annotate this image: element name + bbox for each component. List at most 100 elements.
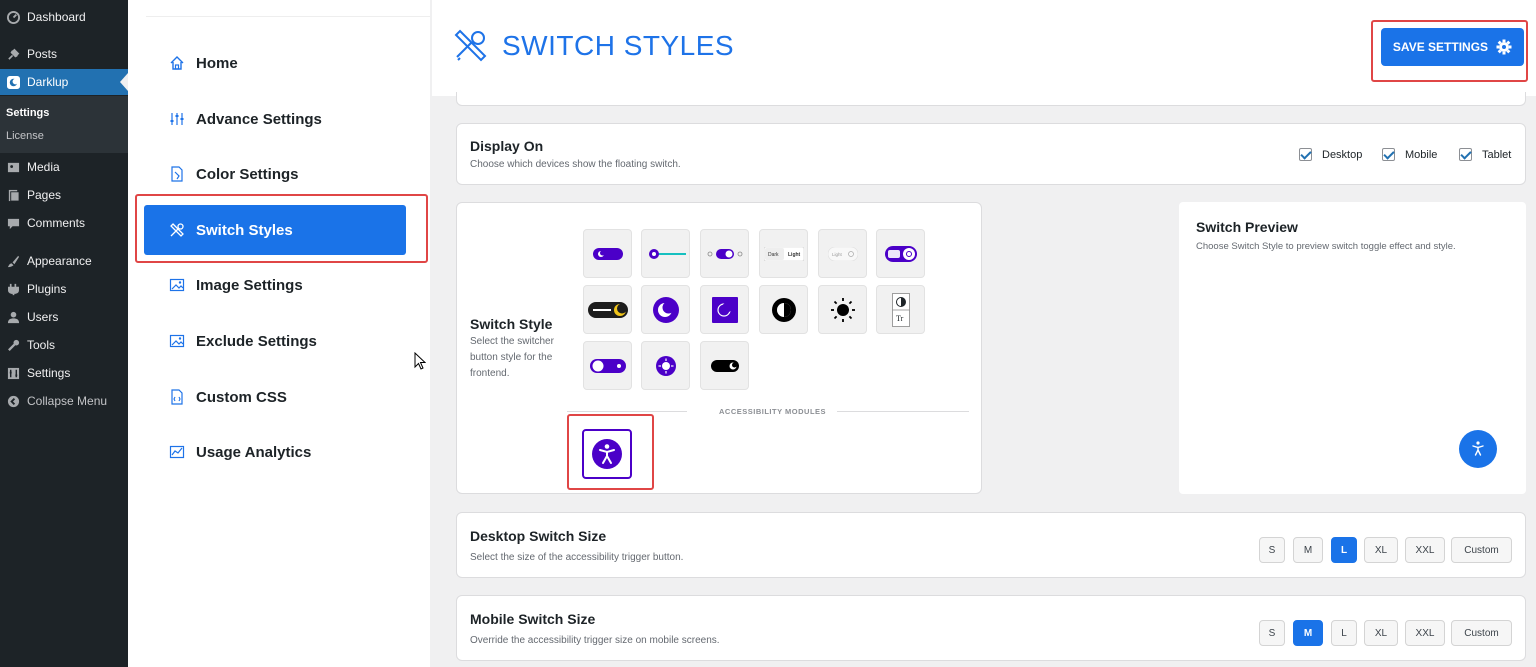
wp-menu-plugins[interactable]: Plugins [0,276,128,302]
desktop-size-xl[interactable]: XL [1364,537,1398,563]
switch-style-option-12[interactable]: Tr [876,285,925,334]
tile-tr-text: Tr [896,314,904,323]
wp-menu-tools[interactable]: Tools [0,332,128,358]
light-sun-toggle-icon [884,245,917,262]
switch-style-option-13[interactable] [583,341,632,390]
light-pill-toggle-icon: Light [827,246,858,261]
save-settings-button[interactable]: SAVE SETTINGS [1381,28,1524,66]
tablet-checkbox[interactable]: Tablet [1459,148,1511,161]
plugin-nav-switch-styles[interactable]: Switch Styles [144,205,406,255]
accessibility-icon [592,439,622,469]
wp-menu-comments[interactable]: Comments [0,210,128,236]
display-on-card: Display On Choose which devices show the… [456,123,1526,185]
plugin-nav-home[interactable]: Home [144,38,406,88]
plugin-nav-label: Home [196,54,238,72]
media-icon [6,160,20,174]
switch-style-option-7[interactable] [583,285,632,334]
wp-menu-posts[interactable]: Posts [0,41,128,67]
switch-style-option-8[interactable] [641,285,690,334]
switch-style-option-14[interactable] [641,341,690,390]
wp-menu-label: Collapse Menu [27,394,108,408]
mobile-size-custom[interactable]: Custom [1451,620,1512,646]
wp-menu-darklup[interactable]: Darklup [0,69,128,95]
plugin-nav-label: Color Settings [196,165,299,183]
outline-toggle-icon [589,358,626,373]
collapse-icon [6,394,20,408]
switch-style-desc-2: button style for the [470,352,553,363]
page-header: SWITCH STYLES SAVE SETTINGS [432,0,1536,96]
mobile-checkbox[interactable]: Mobile [1382,148,1437,161]
switch-preview-desc: Choose Switch Style to preview switch to… [1196,241,1456,252]
switch-style-option-9[interactable] [700,285,749,334]
desktop-size-l[interactable]: L [1331,537,1357,563]
dark-light-toggle-icon: Dark Light [763,246,804,261]
analytics-icon [168,443,186,461]
gear-circle-icon [655,355,676,376]
moon-circle-icon [652,296,679,323]
wp-menu-pages[interactable]: Pages [0,182,128,208]
desktop-size-xxl[interactable]: XXL [1405,537,1445,563]
plugin-nav-color-settings[interactable]: Color Settings [144,149,406,199]
mobile-size-title: Mobile Switch Size [470,611,596,627]
desktop-size-custom[interactable]: Custom [1451,537,1512,563]
palette-icon [168,165,186,183]
tile-dark-text: Dark [768,252,779,258]
mobile-size-m[interactable]: M [1293,620,1323,646]
plugin-nav-image-settings[interactable]: Image Settings [144,260,406,310]
switch-style-option-15[interactable] [700,341,749,390]
accessibility-preview-button[interactable] [1459,430,1497,468]
wp-menu-label: Comments [27,216,86,230]
wp-menu-media[interactable]: Media [0,154,128,180]
switch-style-desc-3: frontend. [470,368,510,379]
dark-pill-moon-icon [587,301,628,318]
wp-submenu-settings[interactable]: Settings [6,107,49,119]
desktop-size-s[interactable]: S [1259,537,1285,563]
switch-style-option-1[interactable] [583,229,632,278]
slider-toggle-icon [648,248,686,259]
mobile-size-xxl[interactable]: XXL [1405,620,1445,646]
switch-style-option-4[interactable]: Dark Light [759,229,808,278]
contrast-text-icon: Tr [891,292,910,327]
wrench-icon [6,338,20,352]
plugin-nav-label: Switch Styles [196,221,293,239]
previous-card [456,92,1526,106]
switch-style-desc-1: Select the switcher [470,336,554,347]
wp-menu-label: Plugins [27,282,67,296]
comments-icon [6,216,20,230]
image-icon [168,276,186,294]
mobile-size-s[interactable]: S [1259,620,1285,646]
plugin-nav-advance-settings[interactable]: Advance Settings [144,94,406,144]
dashboard-icon [6,10,20,24]
wp-menu-settings[interactable]: Settings [0,360,128,386]
switch-style-option-6[interactable] [876,229,925,278]
desktop-size-desc: Select the size of the accessibility tri… [470,552,684,563]
image-icon [168,332,186,350]
mobile-size-xl[interactable]: XL [1364,620,1398,646]
wp-submenu-license[interactable]: License [6,130,44,142]
switch-style-option-3[interactable] [700,229,749,278]
wp-menu-dashboard[interactable]: Dashboard [0,4,128,30]
accessibility-switch-option[interactable] [582,429,632,479]
mobile-size-l[interactable]: L [1331,620,1357,646]
tile-light-text: Light [788,252,801,258]
wp-menu-users[interactable]: Users [0,304,128,330]
desktop-size-m[interactable]: M [1293,537,1323,563]
wp-menu-appearance[interactable]: Appearance [0,248,128,274]
desktop-checkbox[interactable]: Desktop [1299,148,1362,161]
switch-style-option-10[interactable] [759,285,808,334]
wp-menu-collapse[interactable]: Collapse Menu [0,388,128,414]
mobile-checkbox-label: Mobile [1405,148,1438,161]
wp-menu-label: Media [27,160,60,174]
display-on-title: Display On [470,138,544,154]
switch-style-card: Switch Style Select the switcher button … [456,202,982,494]
page-title: SWITCH STYLES [502,30,735,61]
switch-style-option-11[interactable] [818,285,867,334]
plugin-nav-custom-css[interactable]: Custom CSS [144,372,406,422]
plugin-nav-exclude-settings[interactable]: Exclude Settings [144,316,406,366]
switch-style-option-2[interactable] [641,229,690,278]
mobile-size-desc: Override the accessibility trigger size … [470,635,720,646]
tile-light-small-text: Light [832,252,843,257]
switch-style-option-5[interactable]: Light [818,229,867,278]
switch-preview-title: Switch Preview [1196,219,1298,235]
plugin-nav-usage-analytics[interactable]: Usage Analytics [144,427,406,477]
